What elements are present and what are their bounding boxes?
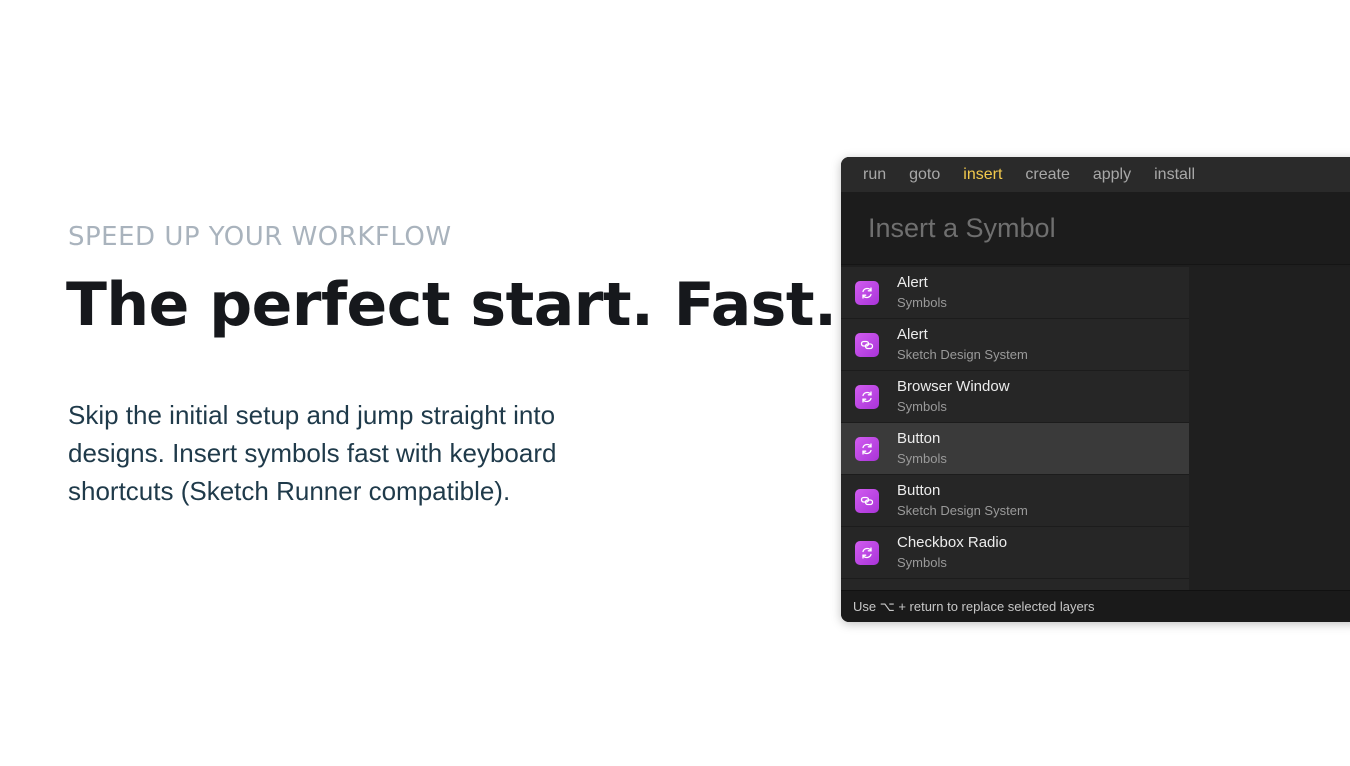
- page-headline: The perfect start. Fast.: [66, 270, 837, 340]
- library-link-icon: [855, 488, 879, 513]
- item-name: Browser Window: [897, 377, 1010, 395]
- list-item-text: Checkbox Radio Symbols: [897, 534, 1007, 572]
- hero-description: Skip the initial setup and jump straight…: [68, 400, 557, 506]
- item-name: Button: [897, 481, 941, 499]
- item-source: Symbols: [897, 554, 947, 570]
- item-source: Symbols: [897, 450, 947, 466]
- results-area: Alert Symbols Alert Sketch Design System: [841, 265, 1350, 591]
- tab-insert[interactable]: insert: [963, 166, 1002, 184]
- list-item[interactable]: Browser Window Symbols: [841, 371, 1189, 423]
- item-source: Sketch Design System: [897, 346, 1028, 362]
- tab-create[interactable]: create: [1025, 166, 1069, 184]
- list-item-text: Button Symbols: [897, 430, 947, 468]
- list-item[interactable]: Checkbox Radio Symbols: [841, 527, 1189, 579]
- item-name: Alert: [897, 273, 928, 291]
- list-item-text: Alert Sketch Design System: [897, 326, 1028, 364]
- eyebrow-label: SPEED UP YOUR WORKFLOW: [68, 222, 452, 252]
- symbol-sync-icon: [855, 540, 879, 565]
- tab-goto[interactable]: goto: [909, 166, 940, 184]
- item-source: Symbols: [897, 398, 947, 414]
- list-item[interactable]: Alert Symbols: [841, 267, 1189, 319]
- symbol-sync-icon: [855, 384, 879, 409]
- symbol-sync-icon: [855, 280, 879, 305]
- list-item-text: Alert Symbols: [897, 274, 947, 312]
- list-item[interactable]: Alert Sketch Design System: [841, 319, 1189, 371]
- list-item-selected[interactable]: Button Symbols: [841, 423, 1189, 475]
- list-item-text: Browser Window Symbols: [897, 378, 1010, 416]
- item-name: Alert: [897, 325, 928, 343]
- results-list: Alert Symbols Alert Sketch Design System: [841, 267, 1189, 591]
- symbol-sync-icon: [855, 436, 879, 461]
- search-input[interactable]: [866, 211, 1310, 245]
- runner-tabbar: run goto insert create apply install: [841, 157, 1350, 192]
- runner-window: run goto insert create apply install Ale…: [841, 157, 1350, 622]
- list-item[interactable]: Button Sketch Design System: [841, 475, 1189, 527]
- item-source: Sketch Design System: [897, 502, 1028, 518]
- library-link-icon: [855, 332, 879, 357]
- tab-install[interactable]: install: [1154, 166, 1195, 184]
- symbol-preview-pane: [1189, 267, 1350, 591]
- tab-apply[interactable]: apply: [1093, 166, 1131, 184]
- item-name: Checkbox Radio: [897, 533, 1008, 551]
- footer-hint: Use ⌥ + return to replace selected layer…: [841, 590, 1350, 622]
- item-name: Button: [897, 429, 941, 447]
- search-bar: [841, 192, 1350, 265]
- list-item-text: Button Sketch Design System: [897, 482, 1028, 520]
- tab-run[interactable]: run: [863, 166, 886, 184]
- item-source: Symbols: [897, 294, 947, 310]
